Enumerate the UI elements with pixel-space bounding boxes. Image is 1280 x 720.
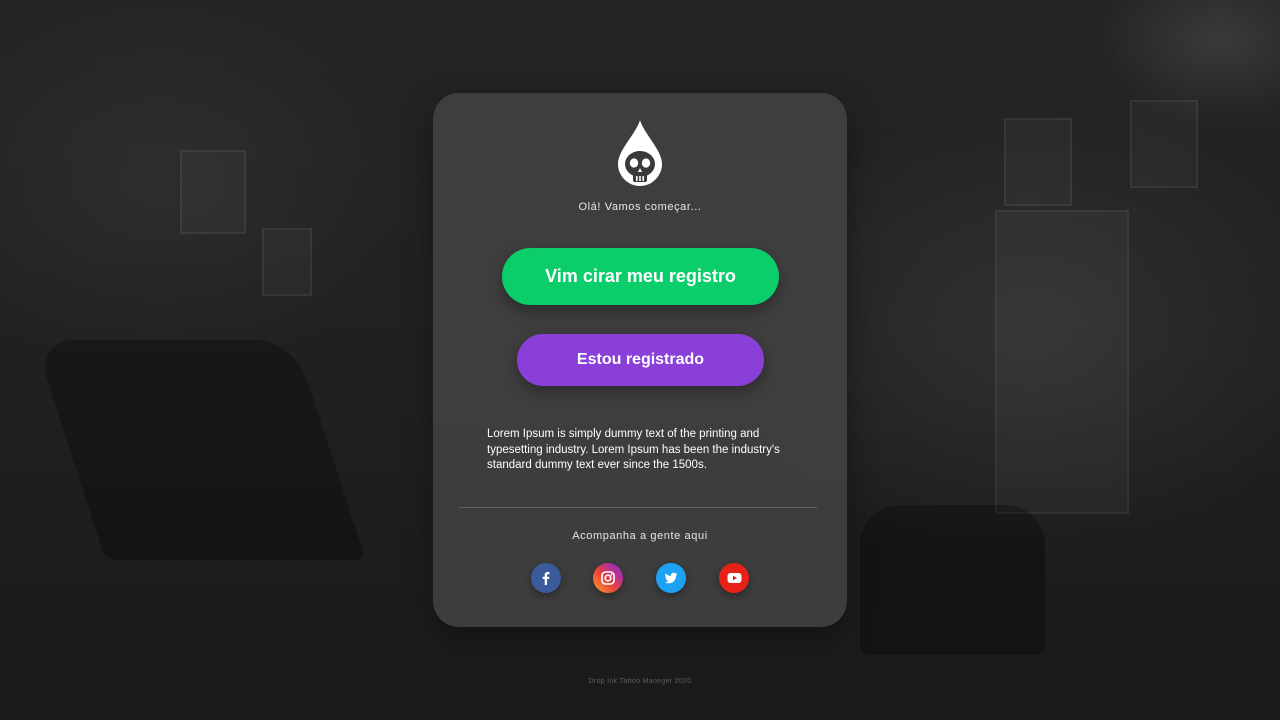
twitter-link[interactable] bbox=[656, 563, 686, 593]
description-text: Lorem Ipsum is simply dummy text of the … bbox=[487, 428, 780, 471]
skull-drop-logo-icon bbox=[618, 120, 662, 186]
already-registered-button[interactable]: Estou registrado bbox=[517, 334, 764, 386]
create-registration-button[interactable]: Vim cirar meu registro bbox=[502, 248, 779, 305]
wall-frame bbox=[262, 228, 312, 296]
follow-us-label: Acompanha a gente aqui bbox=[572, 530, 708, 542]
instagram-link[interactable] bbox=[593, 563, 623, 593]
facebook-icon bbox=[542, 572, 550, 585]
youtube-link[interactable] bbox=[719, 563, 749, 593]
footer-copyright: Drop Ink Tattoo Maneger 2020 bbox=[588, 678, 692, 685]
youtube-icon bbox=[727, 573, 741, 583]
wall-frame bbox=[180, 150, 246, 234]
divider bbox=[459, 507, 817, 508]
background-door bbox=[995, 210, 1129, 514]
tattoo-chair bbox=[34, 340, 366, 560]
wall-frame bbox=[1130, 100, 1198, 188]
tattoo-chair bbox=[860, 505, 1045, 655]
twitter-icon bbox=[664, 572, 678, 584]
wall-frame bbox=[1004, 118, 1072, 206]
instagram-icon bbox=[601, 571, 615, 585]
welcome-card: Olá! Vamos começar... Vim cirar meu regi… bbox=[433, 93, 847, 627]
greeting-text: Olá! Vamos começar... bbox=[578, 201, 702, 213]
facebook-link[interactable] bbox=[531, 563, 561, 593]
